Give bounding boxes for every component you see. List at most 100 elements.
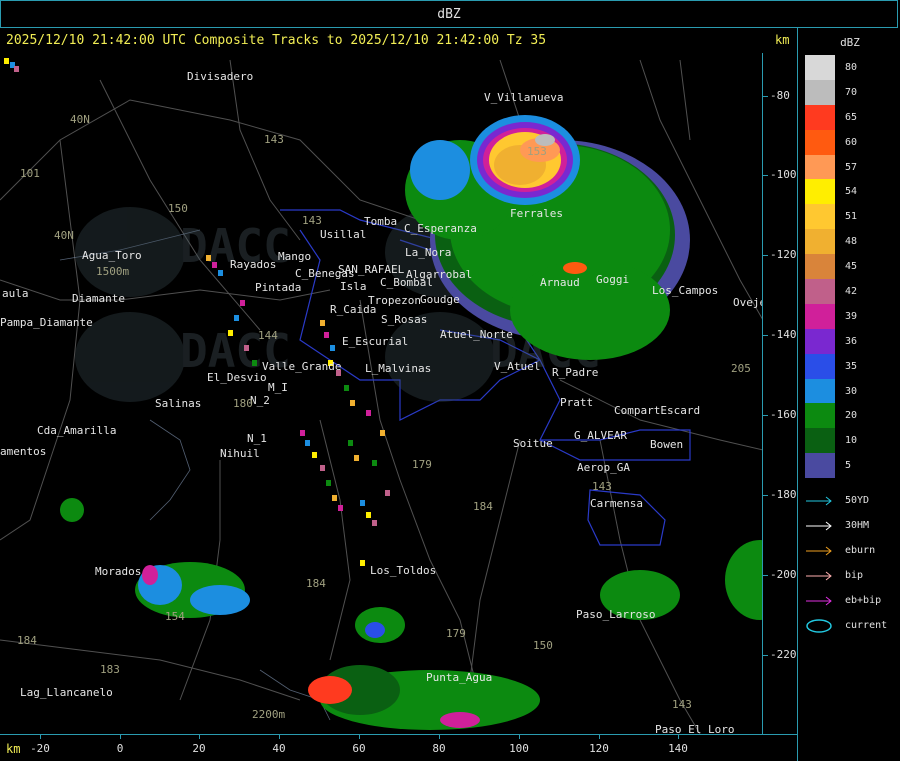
place-label: Valle_Grande xyxy=(262,360,341,373)
place-label: Carmensa xyxy=(590,497,643,510)
track-arrow-icon xyxy=(806,521,832,531)
legend-row: 60 xyxy=(805,129,895,155)
x-tick-label: 60 xyxy=(352,742,366,755)
legend-swatch xyxy=(805,303,835,329)
legend-row: 36 xyxy=(805,328,895,354)
y-tick-label: -220 xyxy=(770,648,797,661)
track-arrow-icon xyxy=(806,546,832,556)
echo-pixel xyxy=(360,560,365,566)
place-label: Paso_El_Loro xyxy=(655,723,734,734)
track-legend-row: 50YD xyxy=(805,488,895,513)
place-label: Tomba xyxy=(364,215,397,228)
place-label: Pratt xyxy=(560,396,593,409)
echo-pixel xyxy=(366,410,371,416)
place-label: 143 xyxy=(264,133,284,146)
echo-pixel xyxy=(320,465,325,471)
legend-label: 80 xyxy=(845,61,858,73)
x-tick-label: 0 xyxy=(116,742,124,755)
place-label: V_Villanueva xyxy=(484,91,563,104)
place-label: Rayados xyxy=(230,258,276,271)
track-legend-row: current xyxy=(805,613,895,638)
legend-swatch xyxy=(805,55,835,80)
place-label: Los_Toldos xyxy=(370,564,436,577)
place-label: Ovejer xyxy=(733,296,763,309)
legend-row: 10 xyxy=(805,428,895,454)
legend-row: 42 xyxy=(805,279,895,304)
place-label: 144 xyxy=(258,329,278,342)
echo-cell xyxy=(725,540,762,620)
legend-swatch xyxy=(805,154,835,180)
y-tick-label: -80 xyxy=(770,89,790,102)
legend-swatch xyxy=(805,254,835,280)
x-tick-mark xyxy=(40,734,41,739)
legend-row: 5 xyxy=(805,453,895,479)
place-label: 179 xyxy=(446,627,466,640)
echo-pixel xyxy=(348,440,353,446)
place-label: V_Atuel xyxy=(494,360,540,373)
radar-map[interactable]: DACCDACCDACCDACC DivisaderoV_Villanueva4… xyxy=(0,53,763,734)
legend-row: 20 xyxy=(805,403,895,429)
legend-row: 54 xyxy=(805,179,895,205)
legend-swatch xyxy=(805,453,835,479)
legend-label: 70 xyxy=(845,86,858,98)
place-label: 179 xyxy=(412,458,432,471)
legend-row: 48 xyxy=(805,229,895,255)
track-legend-label: 30HM xyxy=(845,520,870,532)
echo-pixel xyxy=(385,490,390,496)
x-tick-label: 120 xyxy=(589,742,609,755)
y-tick-label: -140 xyxy=(770,328,797,341)
place-label: Soitue xyxy=(513,437,553,450)
echo-pixel xyxy=(360,500,365,506)
y-tick-mark xyxy=(763,255,768,256)
x-tick-mark xyxy=(199,734,200,739)
place-label: 184 xyxy=(306,577,326,590)
echo-pixel xyxy=(4,58,9,64)
echo-pixel xyxy=(320,320,325,326)
place-label: Goudge xyxy=(420,293,460,306)
legend-label: 39 xyxy=(845,310,858,322)
echo-pixel xyxy=(326,480,331,486)
place-label: 40N xyxy=(54,229,74,242)
echo-pixel xyxy=(372,460,377,466)
place-label: 180 xyxy=(233,397,253,410)
x-tick-label: 100 xyxy=(509,742,529,755)
legend-row: 80 xyxy=(805,55,895,80)
y-tick-mark xyxy=(763,575,768,576)
place-label: Cda_Amarilla xyxy=(37,424,116,437)
echo-cell xyxy=(142,565,158,585)
place-label: Isla xyxy=(340,280,367,293)
legend-label: 30 xyxy=(845,385,858,397)
place-label: Lag_Llancanelo xyxy=(20,686,113,699)
legend-row: 30 xyxy=(805,378,895,404)
place-label: 154 xyxy=(165,610,185,623)
place-label: Goggi xyxy=(596,273,629,286)
echo-cell xyxy=(308,676,352,704)
legend-label: 65 xyxy=(845,111,858,123)
track-arrow-icon xyxy=(806,571,832,581)
place-label: 183 xyxy=(100,663,120,676)
y-tick-mark xyxy=(763,335,768,336)
x-tick-mark xyxy=(678,734,679,739)
legend-swatch xyxy=(805,328,835,354)
place-label: Agua_Toro xyxy=(82,249,142,262)
place-label: C_Benegas xyxy=(295,267,355,280)
y-tick-label: -100 xyxy=(770,168,797,181)
y-tick-label: -200 xyxy=(770,568,797,581)
place-label: CompartEscard xyxy=(614,404,700,417)
place-label: 143 xyxy=(592,480,612,493)
place-label: Ferrales xyxy=(510,207,563,220)
place-label: R_Caida xyxy=(330,303,376,316)
place-label: Divisadero xyxy=(187,70,253,83)
x-tick-label: 140 xyxy=(668,742,688,755)
place-label: 101 xyxy=(20,167,40,180)
legend-swatch xyxy=(805,428,835,454)
place-label: S_Rosas xyxy=(381,313,427,326)
x-unit-label: km xyxy=(6,742,21,756)
legend-row: 45 xyxy=(805,254,895,280)
echo-pixel xyxy=(338,505,343,511)
place-label: Salinas xyxy=(155,397,201,410)
x-tick-mark xyxy=(519,734,520,739)
place-label: amentos xyxy=(0,445,46,458)
place-label: 205 xyxy=(731,362,751,375)
y-tick-mark xyxy=(763,415,768,416)
